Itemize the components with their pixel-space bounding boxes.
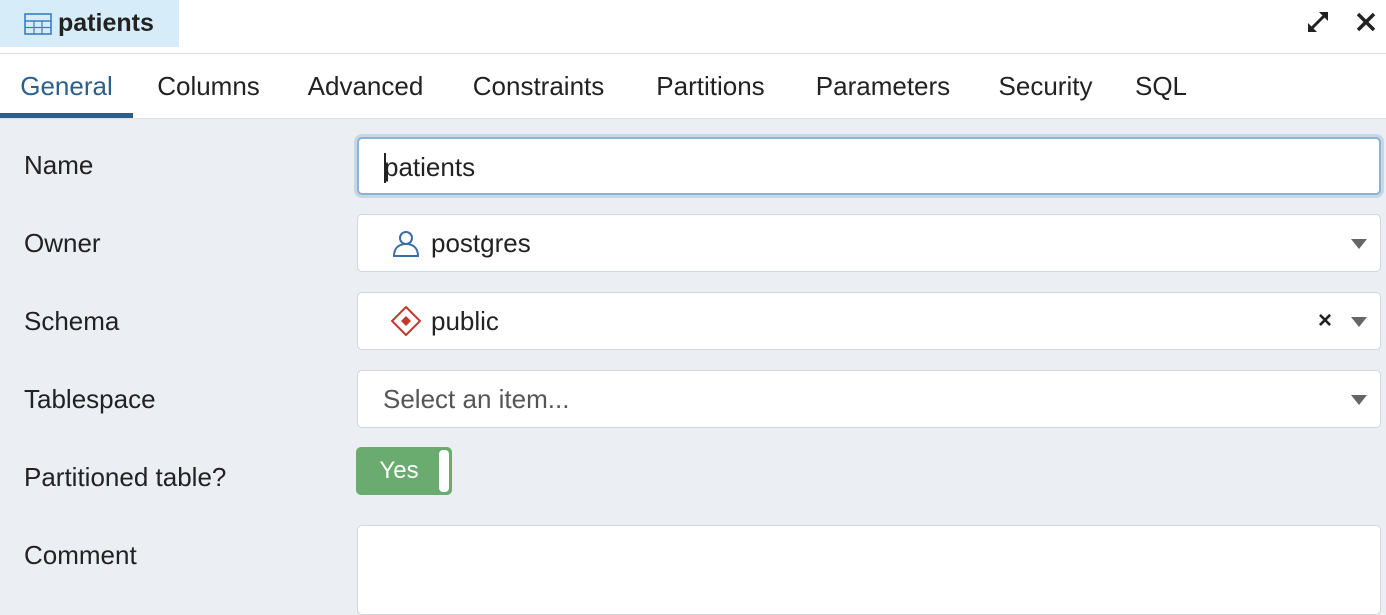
partitioned-toggle[interactable]: Yes	[356, 447, 452, 495]
tab-security[interactable]: Security	[975, 54, 1116, 118]
owner-select[interactable]: postgres	[357, 214, 1381, 272]
tab-columns[interactable]: Columns	[133, 54, 284, 118]
name-value: patients	[384, 152, 476, 182]
user-icon	[391, 228, 421, 258]
toggle-knob	[439, 450, 449, 492]
owner-label: Owner	[24, 228, 101, 258]
name-input[interactable]: patients	[357, 137, 1381, 195]
tablespace-select[interactable]: Select an item...	[357, 370, 1381, 428]
tab-general[interactable]: General	[0, 54, 133, 118]
schema-value: public	[431, 306, 499, 336]
panel-title-tab[interactable]: patients	[0, 0, 179, 47]
tab-partitions[interactable]: Partitions	[630, 54, 791, 118]
tablespace-label: Tablespace	[24, 384, 156, 414]
toggle-on-label: Yes	[379, 457, 419, 484]
close-icon[interactable]	[1352, 8, 1380, 36]
dialog-tabs: General Columns Advanced Constraints Par…	[0, 54, 1386, 119]
clear-icon[interactable]: ×	[1318, 305, 1332, 337]
chevron-down-icon[interactable]	[1351, 239, 1367, 249]
comment-textarea[interactable]	[357, 525, 1381, 615]
panel-titlebar: patients	[0, 0, 1386, 54]
tab-sql[interactable]: SQL	[1116, 54, 1206, 118]
panel-title: patients	[58, 9, 154, 37]
schema-select[interactable]: public ×	[357, 292, 1381, 350]
chevron-down-icon[interactable]	[1351, 395, 1367, 405]
partitioned-label: Partitioned table?	[24, 462, 227, 492]
schema-label: Schema	[24, 306, 120, 336]
tab-constraints[interactable]: Constraints	[447, 54, 630, 118]
tab-advanced[interactable]: Advanced	[284, 54, 447, 118]
table-icon	[24, 12, 52, 36]
comment-label: Comment	[24, 540, 137, 570]
tab-parameters[interactable]: Parameters	[791, 54, 975, 118]
owner-value: postgres	[431, 228, 531, 258]
schema-icon	[390, 305, 422, 337]
tablespace-placeholder: Select an item...	[383, 384, 570, 414]
expand-icon[interactable]	[1304, 8, 1332, 36]
chevron-down-icon[interactable]	[1351, 317, 1367, 327]
name-label: Name	[24, 150, 94, 180]
